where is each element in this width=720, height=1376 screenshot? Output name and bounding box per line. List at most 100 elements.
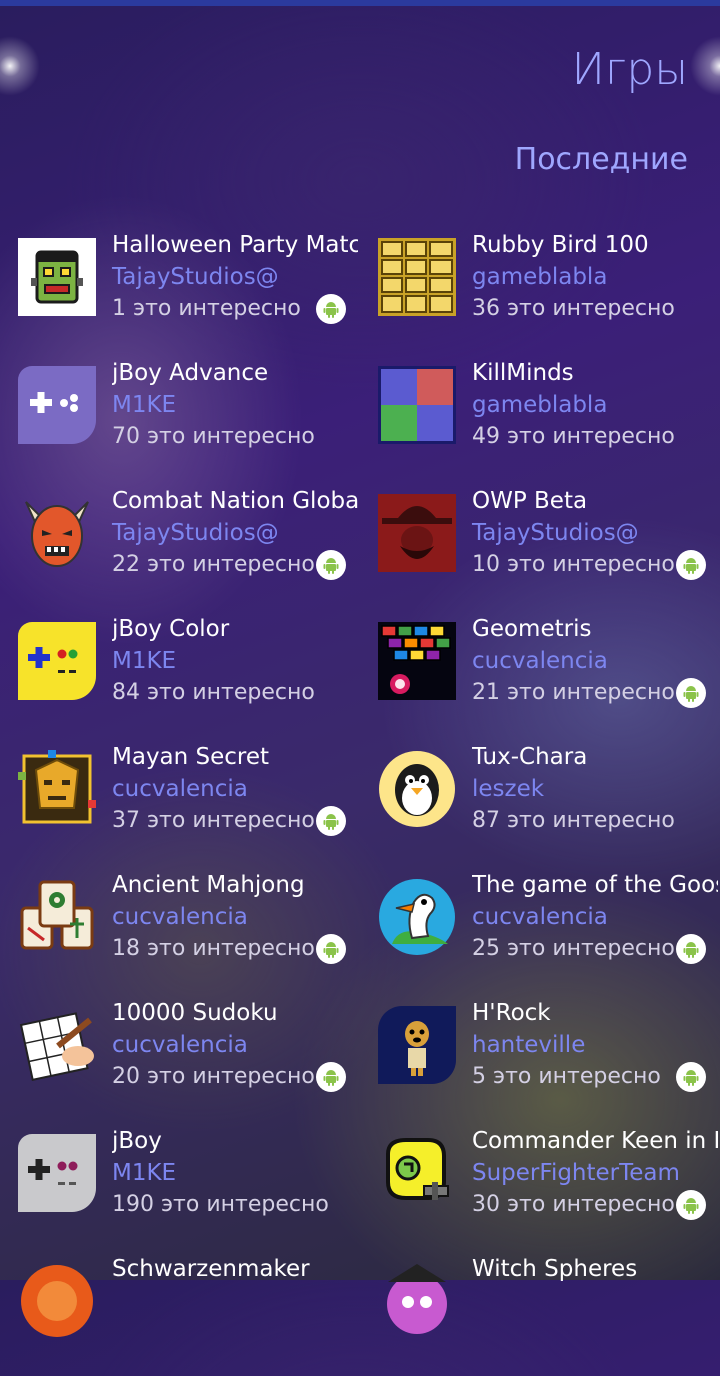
goose-icon <box>379 879 455 955</box>
game-likes: 70 это интересно <box>112 424 315 449</box>
game-name: jBoy Color <box>112 616 230 642</box>
game-author: TajayStudios@ <box>472 520 639 546</box>
keen-helmet-icon <box>386 1138 449 1200</box>
game-author: cucvalencia <box>472 648 608 674</box>
android-icon <box>676 1062 706 1092</box>
game-name: OWP Beta <box>472 488 588 514</box>
cowboy-icon <box>378 494 456 572</box>
game-name: Halloween Party Match <box>112 232 358 258</box>
game-likes: 190 это интересно <box>112 1192 329 1217</box>
game-name: Ancient Mahjong <box>112 872 305 898</box>
android-icon <box>676 934 706 964</box>
dog-character-icon <box>378 1006 456 1084</box>
mayan-mask-icon <box>18 750 96 824</box>
game-item[interactable]: jBoy Color M1KE 84 это интересно <box>0 608 360 736</box>
game-name: Tux-Chara <box>472 744 588 770</box>
game-likes: 10 это интересно <box>472 552 675 577</box>
game-author: cucvalencia <box>112 1032 248 1058</box>
game-likes: 37 это интересно <box>112 808 315 833</box>
game-name: jBoy Advance <box>112 360 269 386</box>
game-item[interactable]: Tux-Chara leszek 87 это интересно <box>360 736 720 864</box>
frankenstein-icon <box>18 238 96 316</box>
section-title[interactable]: Последние <box>515 142 688 177</box>
game-likes: 84 это интересно <box>112 680 315 705</box>
game-author: TajayStudios@ <box>112 520 279 546</box>
android-icon <box>676 1190 706 1220</box>
game-author: M1KE <box>112 648 177 674</box>
glow-right <box>690 36 720 96</box>
game-likes: 30 это интересно <box>472 1192 675 1217</box>
game-author: gameblabla <box>472 392 608 418</box>
game-item[interactable]: KillMinds gameblabla 49 это интересно <box>360 352 720 480</box>
game-likes: 25 это интересно <box>472 936 675 961</box>
game-author: cucvalencia <box>112 904 248 930</box>
android-icon <box>316 806 346 836</box>
game-likes: 22 это интересно <box>112 552 315 577</box>
game-item[interactable]: Rubby Bird 100 gameblabla 36 это интерес… <box>360 224 720 352</box>
game-author: SuperFighterTeam <box>472 1160 680 1186</box>
orange-icon <box>21 1265 93 1337</box>
game-item[interactable]: Schwarzenmaker <box>0 1248 360 1376</box>
game-item[interactable]: Witch Spheres <box>360 1248 720 1376</box>
game-name: H'Rock <box>472 1000 551 1026</box>
game-name: Mayan Secret <box>112 744 270 770</box>
game-author: M1KE <box>112 392 177 418</box>
game-item[interactable]: The game of the Goose cucvalencia 25 это… <box>360 864 720 992</box>
game-item[interactable]: Commander Keen in Ke SuperFighterTeam 30… <box>360 1120 720 1248</box>
game-item[interactable]: jBoy M1KE 190 это интересно <box>0 1120 360 1248</box>
game-name: jBoy <box>112 1128 162 1154</box>
penguin-icon <box>379 751 455 827</box>
witch-icon <box>387 1264 447 1334</box>
game-author: M1KE <box>112 1160 177 1186</box>
game-author: hanteville <box>472 1032 586 1058</box>
game-item[interactable]: jBoy Advance M1KE 70 это интересно <box>0 352 360 480</box>
game-item[interactable]: Combat Nation Global TajayStudios@ 22 эт… <box>0 480 360 608</box>
sudoku-pencil-icon <box>19 1012 94 1081</box>
game-name: Rubby Bird 100 <box>472 232 649 258</box>
glow-left <box>0 36 40 96</box>
game-likes: 21 это интересно <box>472 680 675 705</box>
game-name: Combat Nation Global <box>112 488 358 514</box>
game-name: KillMinds <box>472 360 574 386</box>
color-squares-icon <box>378 366 456 444</box>
game-item[interactable]: Halloween Party Match TajayStudios@ 1 эт… <box>0 224 360 352</box>
gamepad-gray-icon <box>18 1134 96 1212</box>
game-item[interactable]: 10000 Sudoku cucvalencia 20 это интересн… <box>0 992 360 1120</box>
game-author: leszek <box>472 776 545 802</box>
game-item[interactable]: Mayan Secret cucvalencia 37 это интересн… <box>0 736 360 864</box>
gamepad-yellow-icon <box>18 622 96 700</box>
game-likes: 49 это интересно <box>472 424 675 449</box>
game-name: 10000 Sudoku <box>112 1000 278 1026</box>
android-icon <box>316 294 346 324</box>
game-item[interactable]: Ancient Mahjong cucvalencia 18 это интер… <box>0 864 360 992</box>
game-likes: 1 это интересно <box>112 296 301 321</box>
game-likes: 87 это интересно <box>472 808 675 833</box>
page-title: Игры <box>571 44 688 95</box>
gamepad-purple-icon <box>18 366 96 444</box>
android-icon <box>676 550 706 580</box>
android-icon <box>316 550 346 580</box>
android-icon <box>316 1062 346 1092</box>
game-author: cucvalencia <box>112 776 248 802</box>
game-name: The game of the Goose <box>472 872 718 898</box>
game-item[interactable]: OWP Beta TajayStudios@ 10 это интересно <box>360 480 720 608</box>
mahjong-tiles-icon <box>20 880 94 950</box>
game-name: Witch Spheres <box>472 1256 638 1282</box>
game-item[interactable]: H'Rock hanteville 5 это интересно <box>360 992 720 1120</box>
android-icon <box>316 934 346 964</box>
game-name: Geometris <box>472 616 592 642</box>
game-author: TajayStudios@ <box>112 264 279 290</box>
top-accent-bar <box>0 0 720 6</box>
game-likes: 20 это интересно <box>112 1064 315 1089</box>
game-likes: 5 это интересно <box>472 1064 661 1089</box>
game-item[interactable]: Geometris cucvalencia 21 это интересно <box>360 608 720 736</box>
game-name: Commander Keen in Ke <box>472 1128 718 1154</box>
game-name: Schwarzenmaker <box>112 1256 310 1282</box>
android-icon <box>676 678 706 708</box>
game-author: gameblabla <box>472 264 608 290</box>
demon-mask-icon <box>25 501 89 567</box>
game-author: cucvalencia <box>472 904 608 930</box>
game-likes: 36 это интересно <box>472 296 675 321</box>
neon-tiles-icon <box>378 622 456 700</box>
game-likes: 18 это интересно <box>112 936 315 961</box>
